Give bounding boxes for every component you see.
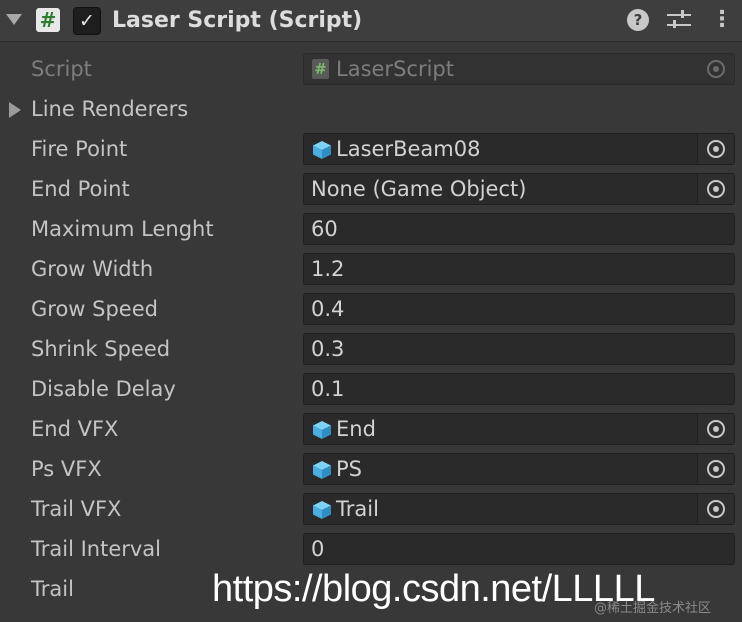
row-trail-vfx: Trail VFX Trail <box>0 490 742 530</box>
value-disable-delay: 0.1 <box>311 377 345 401</box>
value-maximum-lenght: 60 <box>311 217 338 241</box>
label-grow-width: Grow Width <box>31 257 154 281</box>
value-grow-speed: 0.4 <box>311 297 345 321</box>
label-trail-interval: Trail Interval <box>31 537 162 561</box>
watermark-url: https://blog.csdn.net/LLLLL <box>212 568 655 610</box>
target-icon <box>707 180 725 198</box>
label-end-vfx: End VFX <box>31 417 119 441</box>
label-shrink-speed: Shrink Speed <box>31 337 171 361</box>
field-script: # LaserScript <box>303 53 735 85</box>
value-ps-vfx: PS <box>336 457 362 481</box>
label-trail: Trail <box>31 577 74 601</box>
script-hash-icon: # <box>36 8 60 32</box>
help-icon[interactable]: ? <box>627 9 649 31</box>
label-end-point: End Point <box>31 177 130 201</box>
row-grow-width: Grow Width 1.2 <box>0 250 742 290</box>
gameobject-cube-icon <box>313 421 331 439</box>
field-shrink-speed[interactable]: 0.3 <box>303 333 735 365</box>
label-maximum-lenght: Maximum Lenght <box>31 217 214 241</box>
component-header: # ✓ Laser Script (Script) ? ⋮ <box>0 0 742 42</box>
row-maximum-lenght: Maximum Lenght 60 <box>0 210 742 250</box>
label-ps-vfx: Ps VFX <box>31 457 102 481</box>
row-trail-interval: Trail Interval 0 <box>0 530 742 570</box>
row-disable-delay: Disable Delay 0.1 <box>0 370 742 410</box>
value-shrink-speed: 0.3 <box>311 337 345 361</box>
fold-right-icon[interactable] <box>9 102 21 118</box>
component-title: Laser Script (Script) <box>112 8 363 33</box>
value-trail-interval: 0 <box>311 537 325 561</box>
target-icon <box>707 140 725 158</box>
label-line-renderers[interactable]: Line Renderers <box>31 97 188 121</box>
value-fire-point: LaserBeam08 <box>336 137 481 161</box>
field-end-vfx[interactable]: End <box>303 413 735 445</box>
more-options-icon[interactable]: ⋮ <box>711 8 733 32</box>
gameobject-cube-icon <box>313 141 331 159</box>
label-script: Script <box>31 57 92 81</box>
value-grow-width: 1.2 <box>311 257 345 281</box>
field-grow-speed[interactable]: 0.4 <box>303 293 735 325</box>
row-shrink-speed: Shrink Speed 0.3 <box>0 330 742 370</box>
row-line-renderers[interactable]: Line Renderers <box>0 90 742 130</box>
field-trail-vfx[interactable]: Trail <box>303 493 735 525</box>
component-enable-checkbox[interactable]: ✓ <box>73 7 101 35</box>
field-end-point[interactable]: None (Game Object) <box>303 173 735 205</box>
label-grow-speed: Grow Speed <box>31 297 158 321</box>
target-icon <box>707 420 725 438</box>
object-picker-button[interactable] <box>697 454 734 484</box>
target-icon <box>707 60 725 78</box>
script-hash-icon: # <box>312 59 329 79</box>
value-end-point: None (Game Object) <box>311 177 527 201</box>
label-disable-delay: Disable Delay <box>31 377 176 401</box>
object-picker-button[interactable] <box>697 174 734 204</box>
row-ps-vfx: Ps VFX PS <box>0 450 742 490</box>
label-fire-point: Fire Point <box>31 137 128 161</box>
field-trail-interval[interactable]: 0 <box>303 533 735 565</box>
value-trail-vfx: Trail <box>336 497 379 521</box>
value-end-vfx: End <box>336 417 376 441</box>
row-grow-speed: Grow Speed 0.4 <box>0 290 742 330</box>
object-picker-button[interactable] <box>697 134 734 164</box>
field-maximum-lenght[interactable]: 60 <box>303 213 735 245</box>
value-script: LaserScript <box>336 57 454 81</box>
row-fire-point: Fire Point LaserBeam08 <box>0 130 742 170</box>
gameobject-cube-icon <box>313 461 331 479</box>
target-icon <box>707 500 725 518</box>
field-fire-point[interactable]: LaserBeam08 <box>303 133 735 165</box>
presets-icon[interactable] <box>667 9 691 31</box>
label-trail-vfx: Trail VFX <box>31 497 122 521</box>
row-end-vfx: End VFX End <box>0 410 742 450</box>
row-script: Script # LaserScript <box>0 50 742 90</box>
field-disable-delay[interactable]: 0.1 <box>303 373 735 405</box>
gameobject-cube-icon <box>313 501 331 519</box>
row-end-point: End Point None (Game Object) <box>0 170 742 210</box>
target-icon <box>707 460 725 478</box>
object-picker-button <box>698 54 734 84</box>
fold-down-icon[interactable] <box>6 14 22 25</box>
object-picker-button[interactable] <box>697 494 734 524</box>
field-ps-vfx[interactable]: PS <box>303 453 735 485</box>
field-grow-width[interactable]: 1.2 <box>303 253 735 285</box>
watermark-small-text: @稀土掘金技术社区 <box>594 601 712 616</box>
object-picker-button[interactable] <box>697 414 734 444</box>
